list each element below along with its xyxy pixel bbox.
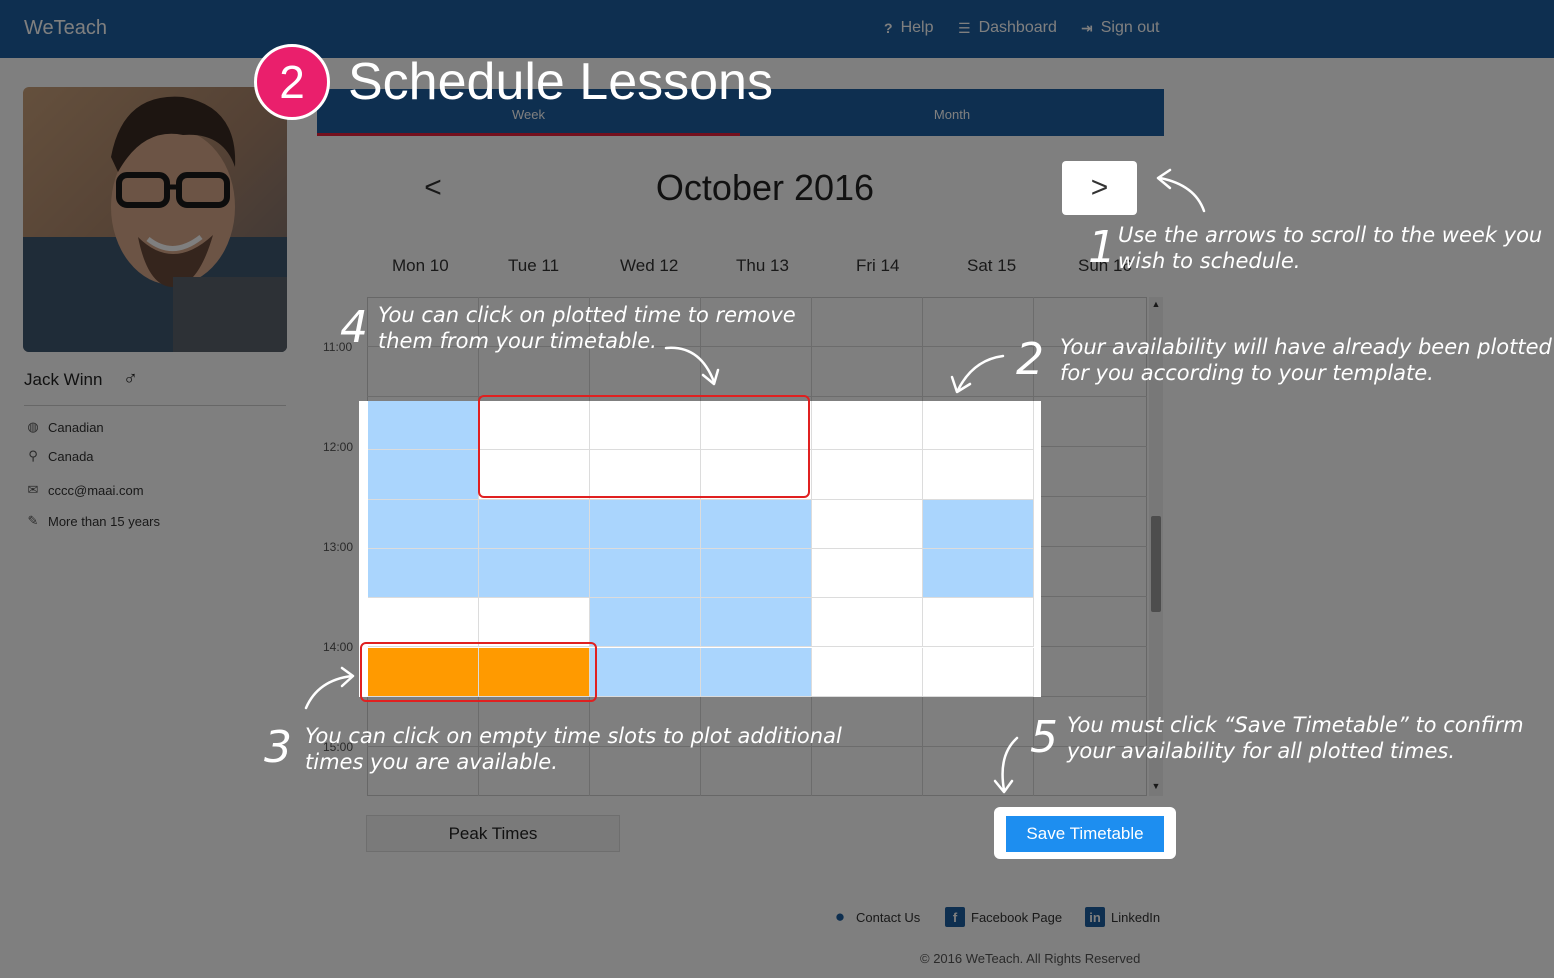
- arrow-2-icon: [956, 354, 1005, 392]
- annotation-arrows: [304, 168, 1206, 794]
- arrow-3-icon: [304, 674, 354, 710]
- arrow-1-icon: [1158, 176, 1206, 213]
